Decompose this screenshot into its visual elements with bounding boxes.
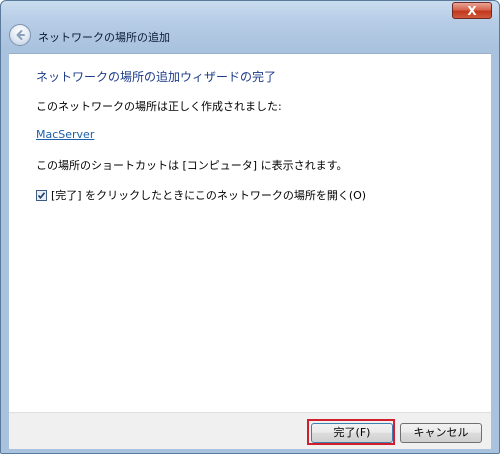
open-location-checkbox[interactable]	[36, 189, 47, 201]
window-title: ネットワークの場所の追加	[38, 31, 170, 44]
checkmark-icon	[37, 191, 46, 199]
wizard-window: X ネットワークの場所の追加 ネットワークの場所の追加ウィザードの完了 このネッ…	[0, 0, 500, 454]
page-heading: ネットワークの場所の追加ウィザードの完了	[36, 70, 277, 84]
open-location-label: [完了] をクリックしたときにこのネットワークの場所を開く(O)	[51, 189, 367, 202]
open-location-option[interactable]: [完了] をクリックしたときにこのネットワークの場所を開く(O)	[36, 188, 366, 202]
back-arrow-icon	[16, 30, 25, 40]
shortcut-message: この場所のショートカットは [コンピュータ] に表示されます。	[36, 159, 348, 172]
network-location-link[interactable]: MacServer	[36, 128, 94, 141]
finish-button[interactable]: 完了(F)	[311, 423, 393, 443]
close-button[interactable]: X	[452, 2, 492, 19]
button-bar: 完了(F) キャンセル	[9, 412, 491, 449]
wizard-header: ネットワークの場所の追加	[1, 21, 499, 51]
back-button[interactable]	[9, 24, 31, 46]
cancel-button[interactable]: キャンセル	[400, 423, 482, 443]
close-icon: X	[467, 4, 477, 18]
wizard-content: ネットワークの場所の追加ウィザードの完了 このネットワークの場所は正しく作成され…	[9, 53, 491, 412]
created-message: このネットワークの場所は正しく作成されました:	[36, 100, 282, 113]
title-bar: X	[1, 1, 499, 19]
